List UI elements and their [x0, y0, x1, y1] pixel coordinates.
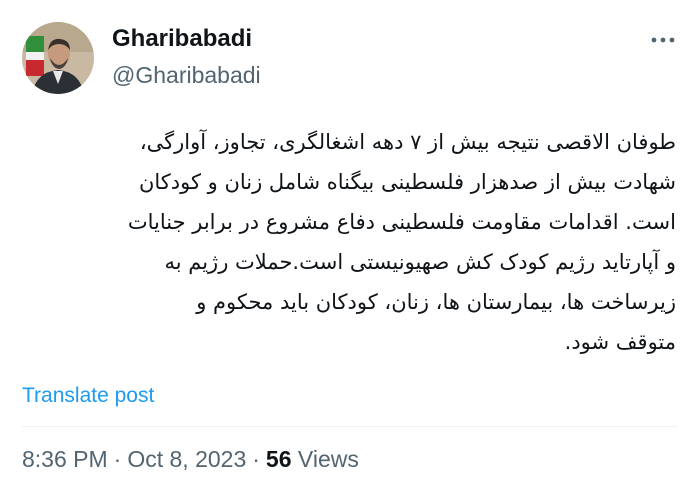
- post-text-line: طوفان الاقصی نتیجه بیش از ۷ دهه اشغالگری…: [139, 130, 676, 154]
- author-handle[interactable]: @Gharibabadi: [112, 62, 261, 89]
- author-display-name[interactable]: Gharibabadi: [112, 25, 252, 53]
- post-text-line: است. اقدامات مقاومت فلسطینی دفاع مشروع د…: [127, 210, 676, 234]
- profile-photo-icon: [22, 22, 94, 94]
- post-text-line: و آپارتاید رژیم کودک کش صهیونیستی است.حم…: [164, 250, 676, 274]
- post-text-line: متوقف شود.: [564, 330, 676, 354]
- post-text-line: شهادت بیش از صدهزار فلسطینی بیگناه شامل …: [138, 170, 676, 194]
- post-date[interactable]: Oct 8, 2023: [127, 446, 246, 472]
- more-horizontal-icon: [651, 37, 675, 43]
- more-options-button[interactable]: [648, 30, 678, 50]
- post-time[interactable]: 8:36 PM: [22, 446, 108, 472]
- separator-dot: ·: [252, 446, 260, 472]
- post-text: طوفان الاقصی نتیجه بیش از ۷ دهه اشغالگری…: [20, 122, 676, 362]
- separator-dot: ·: [113, 446, 122, 472]
- post-card: Gharibabadi @Gharibabadi طوفان الاقصی نت…: [0, 0, 700, 485]
- post-metadata: 8:36 PM · Oct 8, 2023 · 56 Views: [22, 446, 359, 473]
- post-text-line: زیرساخت ها، بیمارستان ها، زنان، کودکان ب…: [196, 290, 676, 314]
- translate-post-link[interactable]: Translate post: [22, 384, 154, 408]
- views-count: 56: [265, 446, 292, 472]
- avatar[interactable]: [22, 22, 94, 94]
- divider: [22, 426, 678, 427]
- views-label: Views: [297, 446, 359, 472]
